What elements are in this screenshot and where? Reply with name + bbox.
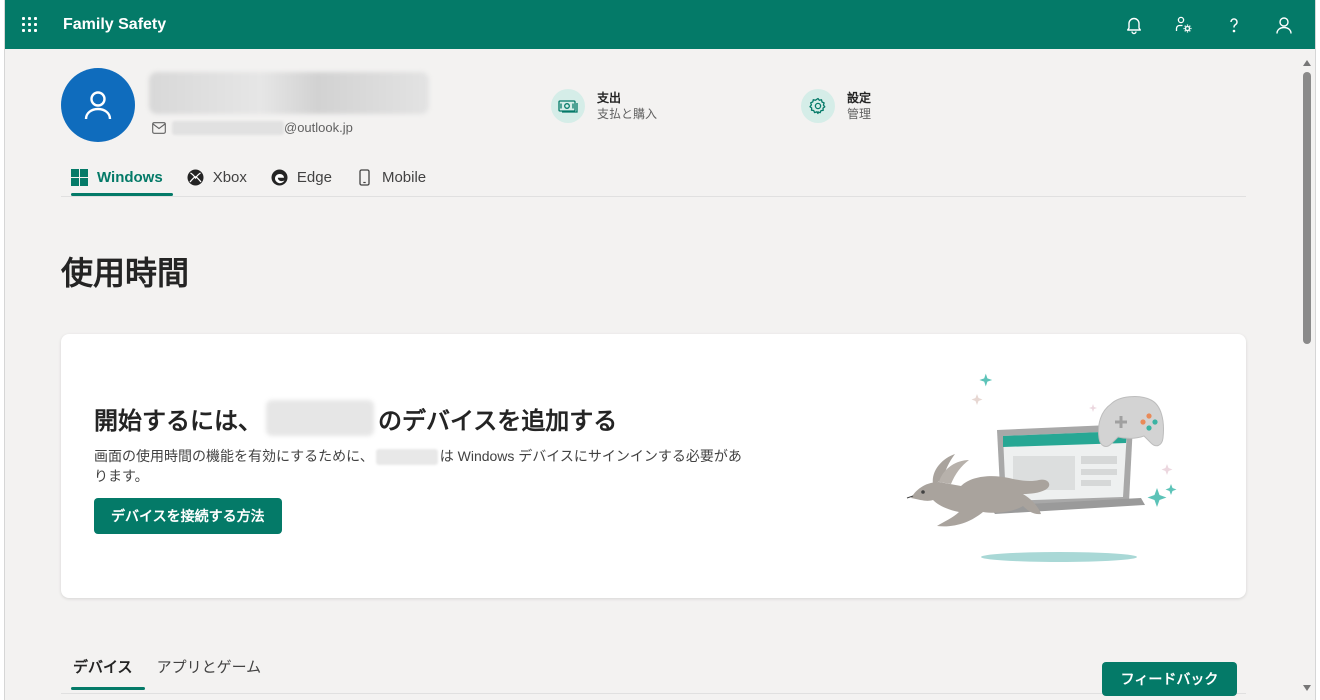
mail-icon	[152, 121, 166, 134]
family-settings-icon[interactable]	[1159, 0, 1209, 49]
settings-link[interactable]: 設定 管理	[801, 89, 871, 123]
feedback-button[interactable]: フィードバック	[1102, 662, 1237, 696]
tab-apps-and-games[interactable]: アプリとゲーム	[145, 656, 274, 690]
card-description: 画面の使用時間の機能を有効にするために、は Windows デバイスにサインイン…	[94, 446, 754, 486]
tab-xbox-label: Xbox	[212, 168, 247, 186]
email-row: @outlook.jp	[152, 120, 353, 135]
rabbit-laptop-illustration	[906, 373, 1177, 562]
person-icon	[84, 91, 112, 120]
spending-link[interactable]: 支出 支払と購入	[551, 89, 657, 123]
add-device-card: 開始するには、 のデバイスを追加する 画面の使用時間の機能を有効にするために、は…	[61, 334, 1246, 598]
help-icon[interactable]	[1209, 0, 1259, 49]
app-frame: Family Safety @outlook.jp 支出 支払と購入 設定 管理…	[4, 0, 1316, 700]
xbox-icon	[187, 169, 204, 185]
edge-icon	[271, 169, 288, 185]
tab-mobile-label: Mobile	[381, 168, 427, 186]
tab-mobile[interactable]: Mobile	[346, 160, 436, 194]
avatar	[61, 68, 135, 142]
account-icon[interactable]	[1259, 0, 1309, 49]
tab-edge[interactable]: Edge	[261, 160, 342, 194]
card-title: 開始するには、 のデバイスを追加する	[94, 400, 617, 436]
page-title: 使用時間	[61, 255, 190, 291]
platform-tabs: Windows Xbox Edge Mobile	[61, 160, 1246, 197]
card-title-suffix: のデバイスを追加する	[378, 407, 618, 435]
money-icon	[551, 89, 585, 123]
card-desc-prefix: 画面の使用時間の機能を有効にするために、	[94, 448, 374, 464]
member-name-redacted	[375, 449, 438, 466]
tabs-divider	[61, 693, 1246, 694]
screen-time-tabs: デバイス アプリとゲーム	[61, 656, 273, 690]
windows-icon	[71, 168, 88, 186]
top-bar: Family Safety	[5, 0, 1315, 49]
settings-subtitle: 管理	[847, 107, 872, 121]
scroll-up-arrow-icon[interactable]	[1299, 55, 1315, 71]
email-suffix: @outlook.jp	[284, 120, 353, 135]
member-name-redacted	[149, 72, 429, 114]
gear-icon	[801, 89, 835, 123]
tab-edge-label: Edge	[296, 168, 332, 186]
spending-subtitle: 支払と購入	[597, 107, 658, 121]
scroll-thumb[interactable]	[1303, 72, 1311, 344]
tab-windows-label: Windows	[97, 168, 163, 186]
waffle-icon[interactable]	[5, 0, 53, 49]
mobile-icon	[359, 168, 370, 186]
scroll-down-arrow-icon[interactable]	[1299, 680, 1315, 696]
member-name-redacted	[266, 400, 374, 436]
tab-xbox[interactable]: Xbox	[177, 160, 257, 194]
settings-title: 設定	[847, 91, 872, 105]
bell-icon[interactable]	[1109, 0, 1159, 49]
tab-devices[interactable]: デバイス	[61, 656, 145, 690]
connect-device-button[interactable]: デバイスを接続する方法	[94, 498, 282, 534]
vertical-scrollbar[interactable]	[1299, 49, 1315, 700]
spending-title: 支出	[597, 91, 622, 105]
tab-windows[interactable]: Windows	[61, 160, 173, 196]
card-title-prefix: 開始するには、	[94, 407, 262, 435]
app-title[interactable]: Family Safety	[63, 16, 166, 34]
email-redacted	[172, 120, 284, 135]
